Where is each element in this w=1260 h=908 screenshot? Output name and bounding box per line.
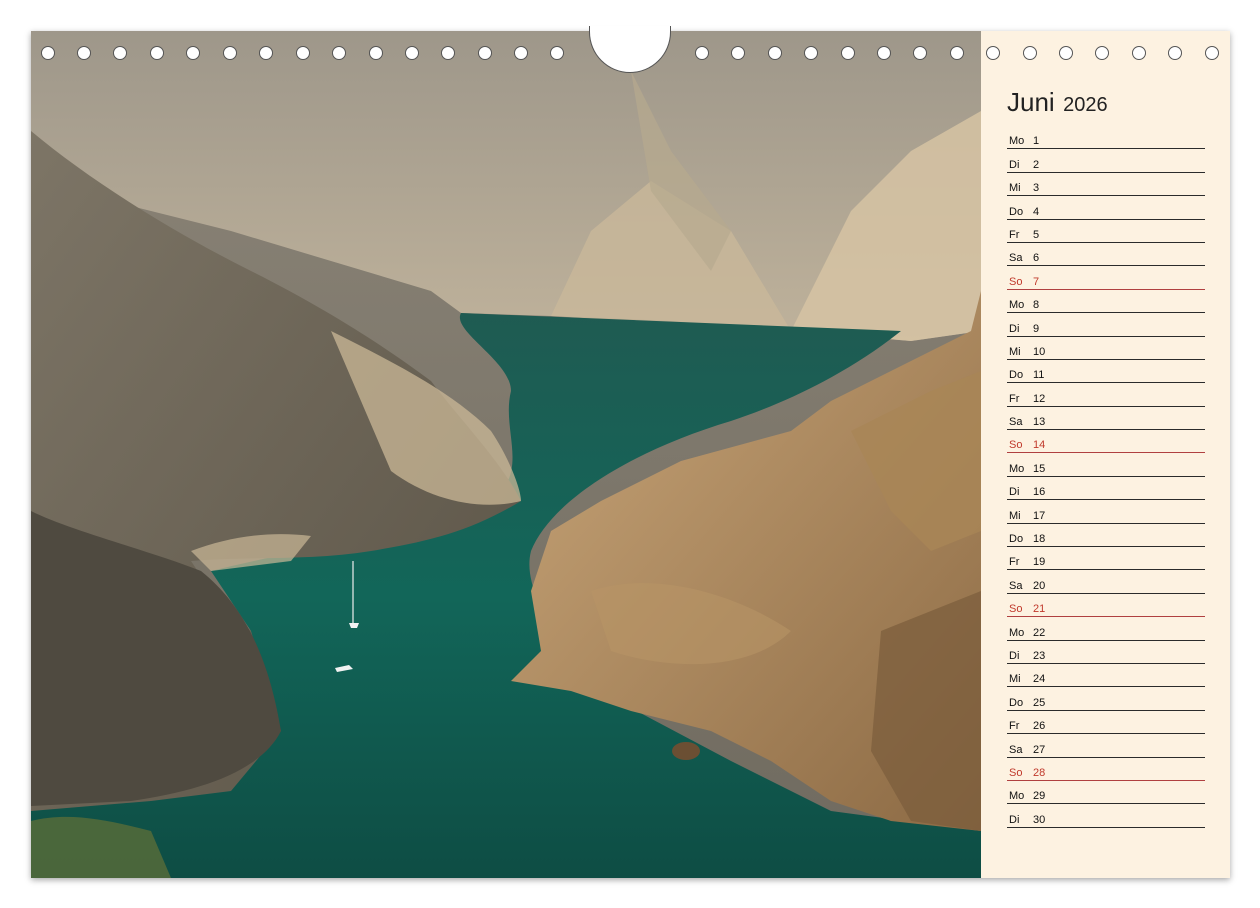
day-number: 17 [1033, 509, 1046, 522]
weekday-label: Sa [1009, 252, 1023, 265]
day-number: 3 [1033, 182, 1040, 195]
day-number: 27 [1033, 743, 1046, 756]
day-number: 20 [1033, 579, 1046, 592]
weekday-label: Di [1009, 813, 1020, 826]
day-number: 29 [1033, 790, 1046, 803]
weekday-label: Mo [1009, 299, 1025, 312]
day-list: Mo 1 Di 2 Mi 3 Do 4 Fr 5 Sa 6 So 7 Mo 8 Di 9 Mi 10 Do 11 Fr 12 S… [1007, 128, 1205, 830]
month-name: Juni [1007, 87, 1055, 117]
day-number: 2 [1033, 158, 1040, 171]
day-row: So 14 [1007, 432, 1205, 454]
day-row: Do 11 [1007, 362, 1205, 384]
day-row: Mi 3 [1007, 175, 1205, 197]
day-number: 11 [1033, 369, 1045, 382]
day-number: 21 [1033, 603, 1046, 616]
weekday-label: Mo [1009, 626, 1025, 639]
weekday-label: Fr [1009, 556, 1020, 569]
day-row: Mo 22 [1007, 619, 1205, 641]
day-number: 28 [1033, 766, 1046, 779]
year-label: 2026 [1063, 94, 1108, 116]
weekday-label: So [1009, 275, 1023, 288]
weekday-label: So [1009, 766, 1023, 779]
day-row: Mi 17 [1007, 502, 1205, 524]
day-number: 12 [1033, 392, 1046, 405]
day-row: Di 9 [1007, 315, 1205, 337]
day-row: So 7 [1007, 268, 1205, 290]
day-row: Sa 20 [1007, 572, 1205, 594]
weekday-label: Di [1009, 158, 1020, 171]
day-row: Di 30 [1007, 806, 1205, 828]
day-number: 18 [1033, 533, 1046, 546]
day-row: Mi 24 [1007, 666, 1205, 688]
day-number: 15 [1033, 462, 1046, 475]
weekday-label: Sa [1009, 416, 1023, 429]
weekday-label: Mi [1009, 182, 1021, 195]
weekday-label: Mi [1009, 509, 1021, 522]
weekday-label: Fr [1009, 392, 1020, 405]
day-number: 24 [1033, 673, 1046, 686]
weekday-label: Mo [1009, 790, 1025, 803]
day-number: 9 [1033, 322, 1040, 335]
weekday-label: Sa [1009, 579, 1023, 592]
day-row: Mo 15 [1007, 455, 1205, 477]
weekday-label: Do [1009, 696, 1024, 709]
day-number: 6 [1033, 252, 1040, 265]
calendar-page: Juni 2026 Mo 1 Di 2 Mi 3 Do 4 Fr 5 Sa 6 So 7 Mo 8 Di 9 Mi 1… [31, 31, 1230, 878]
day-row: Sa 6 [1007, 245, 1205, 267]
day-row: Di 23 [1007, 643, 1205, 664]
day-row: Fr 5 [1007, 222, 1205, 243]
day-row: Fr 19 [1007, 549, 1205, 571]
day-row: Sa 13 [1007, 409, 1205, 431]
month-planner: Juni 2026 Mo 1 Di 2 Mi 3 Do 4 Fr 5 Sa 6 So 7 Mo 8 Di 9 Mi 1… [981, 31, 1230, 878]
weekday-label: Di [1009, 649, 1020, 662]
day-number: 4 [1033, 205, 1040, 218]
day-row: Di 2 [1007, 151, 1205, 173]
day-number: 19 [1033, 556, 1046, 569]
weekday-label: Mo [1009, 462, 1025, 475]
day-row: Do 18 [1007, 526, 1205, 548]
day-number: 5 [1033, 228, 1040, 241]
day-number: 1 [1033, 135, 1040, 148]
day-row: Fr 26 [1007, 713, 1205, 735]
day-row: So 21 [1007, 596, 1205, 618]
weekday-label: So [1009, 603, 1023, 616]
day-row: Do 25 [1007, 689, 1205, 711]
weekday-label: Fr [1009, 720, 1020, 733]
day-row: Do 4 [1007, 198, 1205, 220]
weekday-label: So [1009, 439, 1023, 452]
landscape-photo [31, 31, 981, 878]
day-number: 25 [1033, 696, 1046, 709]
weekday-label: Mo [1009, 135, 1025, 148]
day-row: Mi 10 [1007, 339, 1205, 360]
day-number: 26 [1033, 720, 1046, 733]
day-row: Di 16 [1007, 479, 1205, 501]
weekday-label: Do [1009, 369, 1024, 382]
day-number: 14 [1033, 439, 1046, 452]
weekday-label: Mi [1009, 345, 1021, 358]
weekday-label: Di [1009, 322, 1020, 335]
weekday-label: Do [1009, 533, 1024, 546]
day-row: Fr 12 [1007, 385, 1205, 407]
day-row: Mo 1 [1007, 128, 1205, 150]
weekday-label: Mi [1009, 673, 1021, 686]
weekday-label: Sa [1009, 743, 1023, 756]
day-number: 30 [1033, 813, 1046, 826]
weekday-label: Fr [1009, 228, 1020, 241]
weekday-label: Di [1009, 486, 1020, 499]
day-row: Mo 8 [1007, 292, 1205, 314]
day-number: 16 [1033, 486, 1046, 499]
day-number: 10 [1033, 345, 1046, 358]
day-row: Mo 29 [1007, 783, 1205, 805]
day-number: 22 [1033, 626, 1046, 639]
weekday-label: Do [1009, 205, 1024, 218]
day-number: 8 [1033, 299, 1040, 312]
day-row: Sa 27 [1007, 736, 1205, 758]
day-row: So 28 [1007, 760, 1205, 781]
day-number: 13 [1033, 416, 1046, 429]
day-number: 23 [1033, 649, 1046, 662]
day-number: 7 [1033, 275, 1040, 288]
month-title: Juni 2026 [1007, 87, 1108, 118]
